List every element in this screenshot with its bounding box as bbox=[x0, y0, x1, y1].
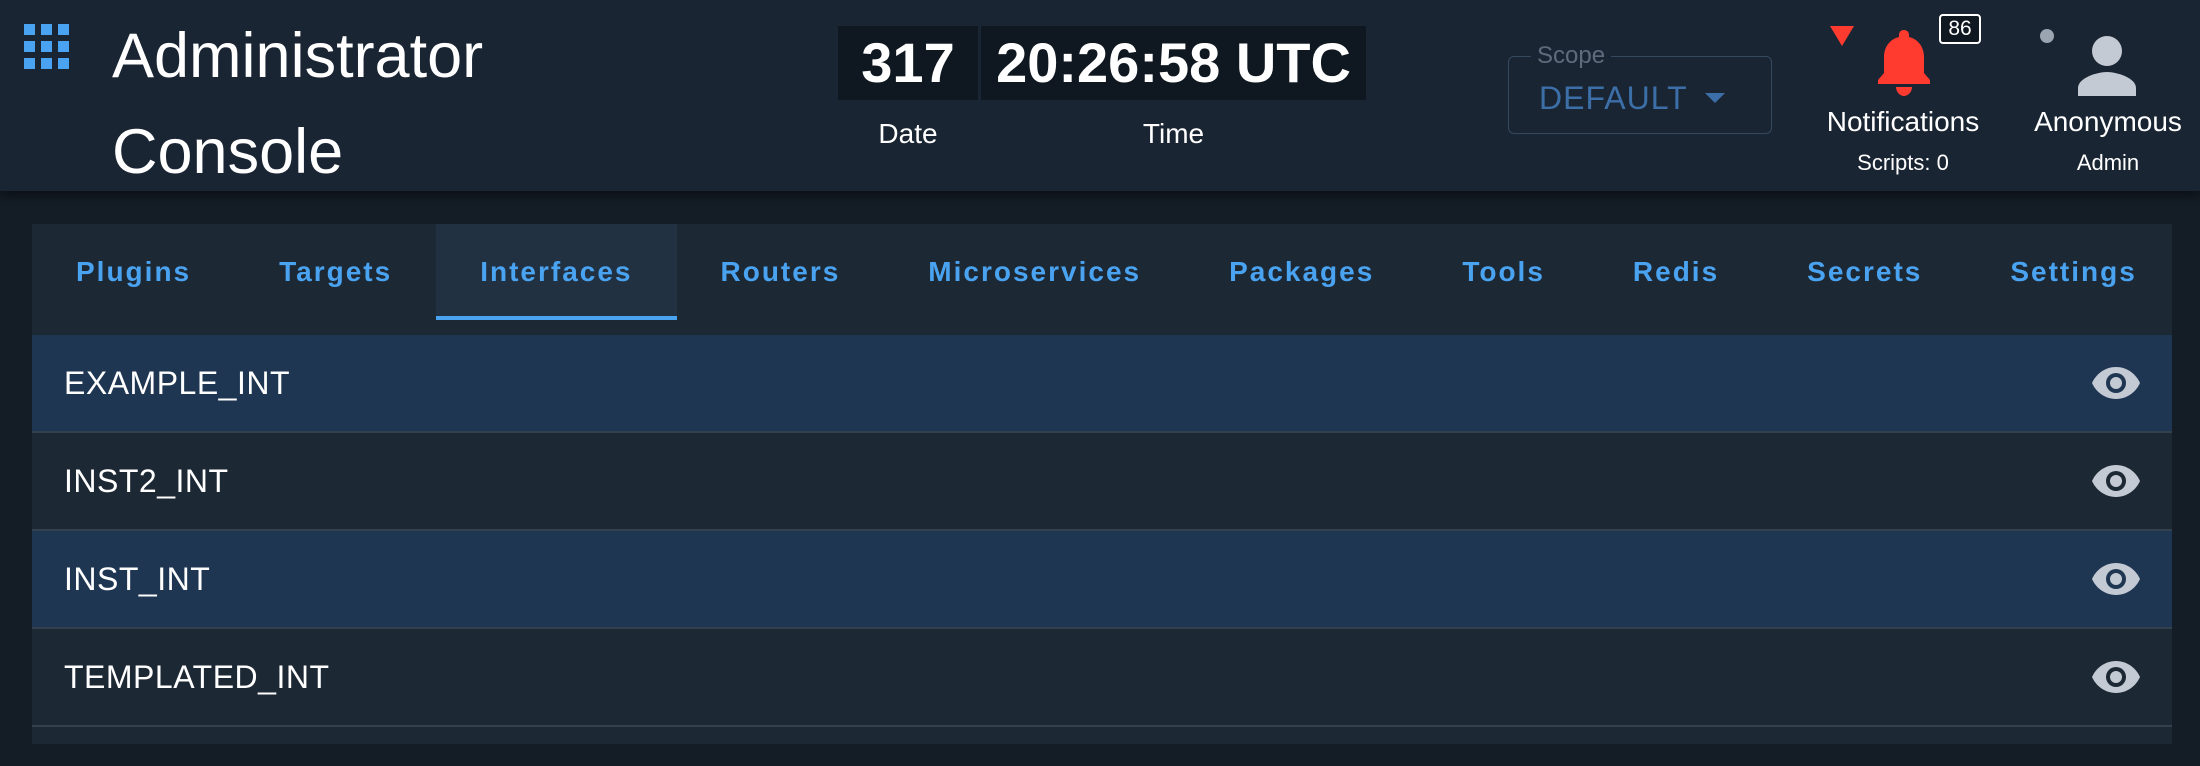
tab-interfaces[interactable]: Interfaces bbox=[436, 224, 677, 320]
interface-name: INST2_INT bbox=[64, 463, 229, 499]
alert-triangle-icon bbox=[1830, 26, 1854, 46]
interface-list: EXAMPLE_INT INST2_INT INST_INT TEMPLATED… bbox=[32, 335, 2172, 727]
status-dot bbox=[2040, 29, 2054, 43]
scope-select[interactable]: Scope DEFAULT bbox=[1508, 43, 1772, 134]
app-title: Administrator Console bbox=[112, 21, 484, 187]
notifications-label[interactable]: Notifications bbox=[1808, 104, 1998, 140]
time-display: 20:26:58 UTC bbox=[981, 26, 1366, 100]
interface-name: INST_INT bbox=[64, 561, 211, 597]
tab-targets[interactable]: Targets bbox=[235, 224, 436, 320]
date-label: Date bbox=[878, 118, 938, 149]
time-label: Time bbox=[1142, 118, 1205, 149]
scope-label: Scope bbox=[1531, 43, 1612, 69]
tab-bar: Plugins Targets Interfaces Routers Micro… bbox=[32, 224, 2172, 320]
eye-icon[interactable] bbox=[2092, 561, 2140, 597]
interface-name: TEMPLATED_INT bbox=[64, 659, 330, 695]
tab-settings[interactable]: Settings bbox=[1966, 224, 2172, 320]
notification-count-badge: 86 bbox=[1939, 14, 1981, 44]
list-item[interactable]: INST_INT bbox=[32, 531, 2172, 629]
tab-microservices[interactable]: Microservices bbox=[884, 224, 1185, 320]
user-role: Admin bbox=[2076, 150, 2140, 175]
main-panel: Plugins Targets Interfaces Routers Micro… bbox=[32, 224, 2172, 744]
tab-tools[interactable]: Tools bbox=[1418, 224, 1589, 320]
tab-plugins[interactable]: Plugins bbox=[32, 224, 235, 320]
scripts-count: Scripts: 0 bbox=[1857, 150, 1949, 175]
top-app-bar: Administrator Console 317 20:26:58 UTC D… bbox=[0, 0, 2200, 191]
tab-secrets[interactable]: Secrets bbox=[1763, 224, 1966, 320]
tab-redis[interactable]: Redis bbox=[1589, 224, 1763, 320]
eye-icon[interactable] bbox=[2092, 365, 2140, 401]
interface-name: EXAMPLE_INT bbox=[64, 365, 291, 401]
tab-routers[interactable]: Routers bbox=[677, 224, 885, 320]
date-display: 317 bbox=[838, 26, 978, 100]
apps-grid-icon[interactable] bbox=[24, 24, 70, 70]
list-item[interactable]: EXAMPLE_INT bbox=[32, 335, 2172, 433]
person-icon[interactable] bbox=[2076, 34, 2138, 96]
tab-packages[interactable]: Packages bbox=[1185, 224, 1418, 320]
list-item[interactable]: TEMPLATED_INT bbox=[32, 629, 2172, 727]
scope-value: DEFAULT bbox=[1539, 80, 1688, 116]
eye-icon[interactable] bbox=[2092, 463, 2140, 499]
chevron-down-icon bbox=[1705, 93, 1725, 103]
list-item[interactable]: INST2_INT bbox=[32, 433, 2172, 531]
user-name[interactable]: Anonymous bbox=[2018, 104, 2198, 140]
bell-icon[interactable] bbox=[1876, 30, 1932, 96]
eye-icon[interactable] bbox=[2092, 659, 2140, 695]
